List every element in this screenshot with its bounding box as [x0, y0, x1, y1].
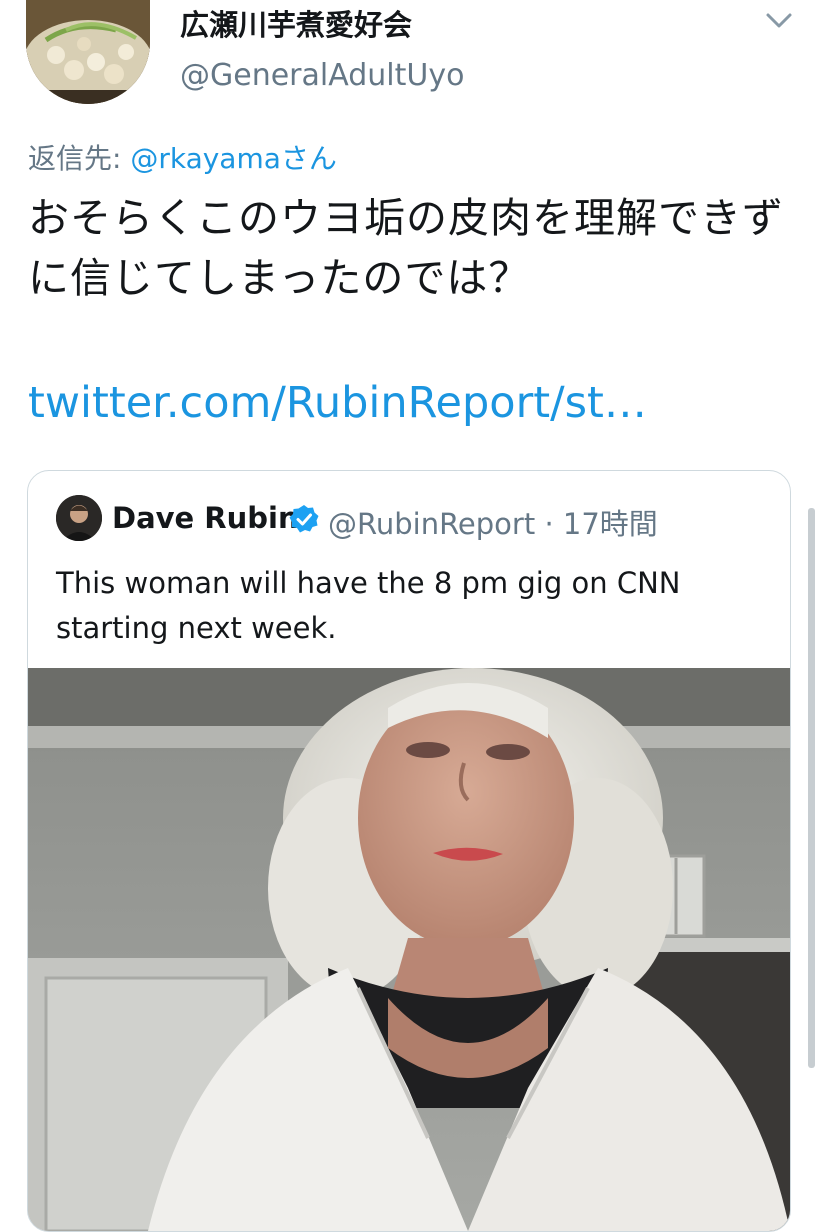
reply-prefix: 返信先: — [28, 142, 131, 175]
quoted-author-name[interactable]: Dave Rubin — [112, 501, 299, 535]
reply-to-line: 返信先: @rkayamaさん — [28, 137, 337, 177]
reply-suffix: さん — [280, 142, 337, 175]
quoted-timestamp[interactable]: · 17時間 — [544, 507, 657, 541]
quoted-tweet-text: This woman will have the 8 pm gig on CNN… — [56, 566, 681, 645]
quoted-media-video[interactable] — [28, 668, 790, 1231]
chevron-down-icon[interactable] — [762, 8, 796, 32]
author-avatar[interactable] — [26, 0, 150, 104]
quoted-tweet-card[interactable]: Dave Rubin @RubinReport · 17時間 This woma… — [27, 470, 791, 1232]
tweet-url-link[interactable]: twitter.com/RubinReport/st… — [28, 378, 647, 428]
food-pot-avatar-image — [26, 0, 150, 104]
quoted-author-avatar[interactable] — [56, 495, 102, 541]
quoted-meta: @RubinReport · 17時間 — [328, 501, 658, 543]
quoted-author-handle[interactable]: @RubinReport — [328, 507, 535, 541]
scrollbar[interactable] — [808, 508, 815, 1068]
tweet-text: おそらくこのウヨ垢の皮肉を理解できずに信じてしまったのでは？ — [28, 194, 784, 302]
person-avatar-image — [56, 495, 102, 541]
author-handle[interactable]: @GeneralAdultUyo — [180, 58, 464, 93]
reply-mention-link[interactable]: @rkayama — [130, 142, 281, 175]
author-display-name[interactable]: 広瀬川芋煮愛好会 — [180, 2, 412, 44]
verified-badge-icon — [289, 505, 319, 533]
video-still-image — [28, 668, 790, 1231]
